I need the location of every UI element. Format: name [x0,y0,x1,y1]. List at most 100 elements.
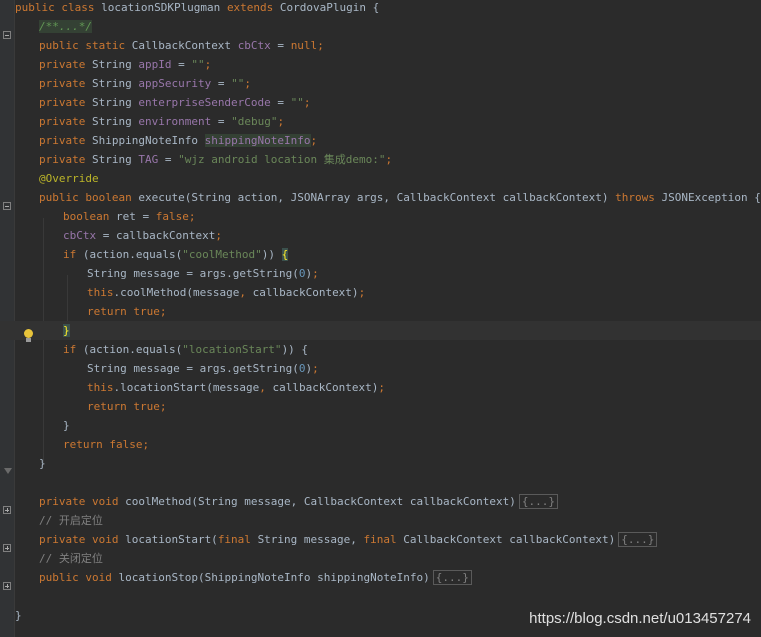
code-token: public class [15,1,102,14]
watermark: https://blog.csdn.net/u013457274 [529,610,751,627]
code-token: .locationStart(message [113,381,260,394]
code-line[interactable]: // 关闭定位 [0,549,761,568]
code-token: )) [261,248,282,261]
code-token: locationStart( [125,533,218,546]
code-line[interactable]: } [0,321,761,340]
fold-collapse-icon[interactable] [3,31,11,39]
code-line[interactable] [0,587,761,606]
code-line[interactable]: public void locationStop(ShippingNoteInf… [0,568,761,587]
code-line[interactable]: if (action.equals("locationStart")) { [0,340,761,359]
code-token: = [158,153,179,166]
code-token: extends [226,1,280,14]
code-line[interactable]: return false; [0,435,761,454]
code-token: CallbackContext [131,39,238,52]
code-line[interactable]: private void coolMethod(String message, … [0,492,761,511]
code-token: String [91,115,139,128]
code-token: ; [385,153,393,166]
code-token: ; [188,210,196,223]
code-token: return false; [63,438,150,451]
code-line[interactable]: // 开启定位 [0,511,761,530]
code-token: public static [39,39,132,52]
code-token: private void [39,533,126,546]
code-token[interactable]: {...} [518,494,558,509]
code-line[interactable]: String message = args.getString(0); [0,359,761,378]
code-text: boolean ret = false; [63,207,195,226]
code-token: = callbackContext [96,229,216,242]
fold-collapse-icon[interactable] [3,202,11,210]
code-token: cbCtx [63,229,97,242]
code-token: ; [317,39,324,52]
code-token: execute(String action, JSONArray args, C… [138,191,616,204]
code-token: CallbackContext callbackContext) [403,533,616,546]
fold-expand-icon[interactable] [3,582,11,590]
fold-end-icon[interactable] [4,468,12,474]
code-token: ; [204,58,212,71]
code-line[interactable] [0,473,761,492]
code-line[interactable]: } [0,416,761,435]
code-text: private String enterpriseSenderCode = ""… [39,93,311,112]
code-line[interactable]: cbCtx = callbackContext; [0,226,761,245]
code-token: "" [290,96,304,109]
code-token[interactable]: {...} [618,532,658,547]
code-line[interactable]: private String appId = ""; [0,55,761,74]
code-token: } [63,419,70,432]
code-token: = [211,77,232,90]
code-token: private void [39,495,126,508]
code-line[interactable]: return true; [0,302,761,321]
code-token: "debug" [231,115,278,128]
code-line[interactable]: private String enterpriseSenderCode = ""… [0,93,761,112]
code-line[interactable]: String message = args.getString(0); [0,264,761,283]
code-token: ; [312,267,319,280]
code-token: String [91,77,139,90]
code-token: private [39,58,92,71]
code-token: ; [215,229,222,242]
code-token: throws [615,191,662,204]
code-text: @Override [39,169,99,188]
code-token: = [211,115,232,128]
code-line[interactable]: this.coolMethod(message, callbackContext… [0,283,761,302]
code-token: private [39,77,92,90]
code-line[interactable]: private void locationStart(final String … [0,530,761,549]
fold-expand-icon[interactable] [3,544,11,552]
code-line[interactable]: return true; [0,397,761,416]
code-token: private [39,153,92,166]
code-token: 0 [298,362,306,375]
code-token: cbCtx [237,39,271,52]
code-text: private void locationStart(final String … [39,530,658,549]
code-token: CordovaPlugin { [279,1,380,14]
code-token: enterpriseSenderCode [138,96,271,109]
code-text: private void coolMethod(String message, … [39,492,558,511]
code-line[interactable]: private String appSecurity = ""; [0,74,761,93]
lightbulb-icon[interactable] [23,329,34,343]
code-line[interactable]: boolean ret = false; [0,207,761,226]
code-line[interactable]: @Override [0,169,761,188]
code-token: TAG [138,153,159,166]
code-token: ; [378,381,386,394]
code-line[interactable]: if (action.equals("coolMethod")) { [0,245,761,264]
code-token: private [39,134,92,147]
code-token: } [15,609,22,622]
code-text: private String appSecurity = ""; [39,74,251,93]
code-token: public void [39,571,119,584]
code-text: return true; [87,302,166,321]
fold-expand-icon[interactable] [3,506,11,514]
code-token: environment [138,115,212,128]
code-line[interactable]: public class locationSDKPlugman extends … [0,0,761,17]
code-line[interactable]: public boolean execute(String action, JS… [0,188,761,207]
code-token: "coolMethod" [182,248,262,261]
code-token: "" [191,58,205,71]
code-text: return false; [63,435,149,454]
code-token[interactable]: {...} [432,570,472,585]
code-token: .coolMethod(message [113,286,240,299]
code-text: /**...*/ [39,17,92,36]
code-line[interactable]: private ShippingNoteInfo shippingNoteInf… [0,131,761,150]
code-line[interactable]: this.locationStart(message, callbackCont… [0,378,761,397]
code-line[interactable]: public static CallbackContext cbCtx = nu… [0,36,761,55]
code-line[interactable]: private String environment = "debug"; [0,112,761,131]
code-line[interactable]: private String TAG = "wjz android locati… [0,150,761,169]
code-token: = [270,96,291,109]
code-token: String [91,153,139,166]
code-token: // 关闭定位 [39,552,103,565]
code-line[interactable]: /**...*/ [0,17,761,36]
code-line[interactable]: } [0,454,761,473]
